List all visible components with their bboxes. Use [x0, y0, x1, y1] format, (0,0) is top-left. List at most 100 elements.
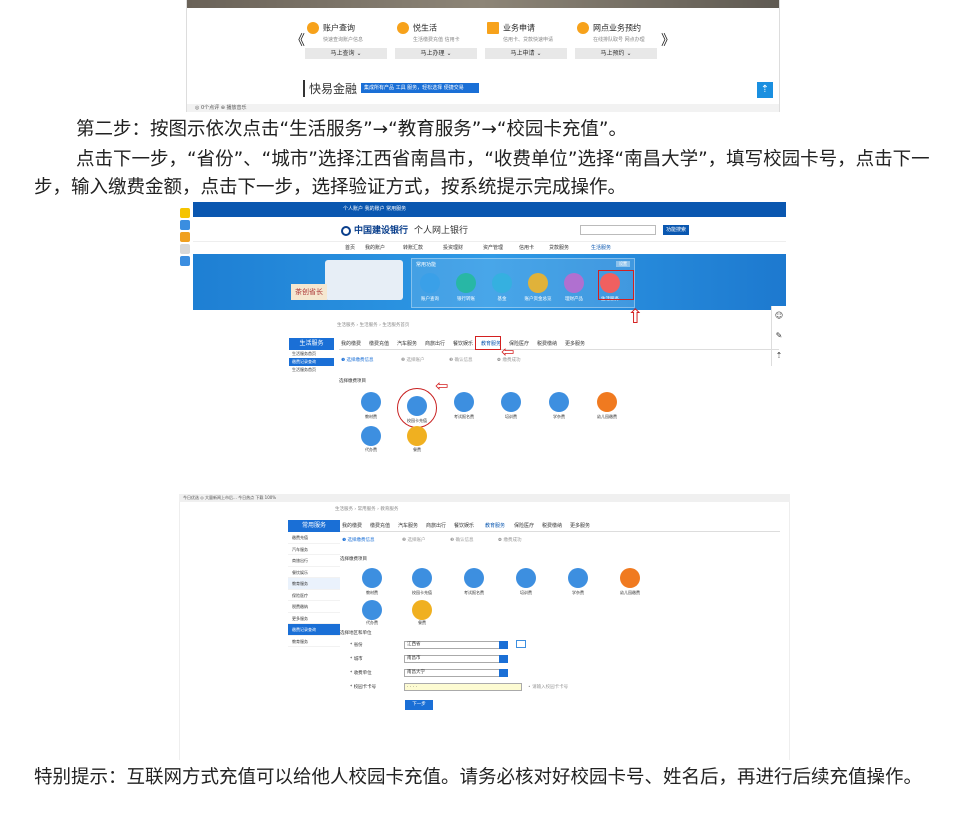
- sidebar-item[interactable]: 保险医疗: [288, 590, 340, 601]
- exam-fee-icon[interactable]: [454, 392, 474, 412]
- seal-image: 茶创省长: [291, 284, 327, 300]
- common-services-sidebar: 常用服务 缴费充值 汽车服务 商旅出行 餐饮娱乐 教育服务 保险医疗 税费缴纳 …: [288, 520, 340, 647]
- city-select[interactable]: 南昌市: [404, 655, 508, 663]
- menu-my-account[interactable]: 我的账户: [365, 242, 385, 254]
- carousel-prev-icon[interactable]: 《: [291, 30, 305, 50]
- sidebar-item-records[interactable]: 缴费记录查询: [288, 624, 340, 636]
- province-select[interactable]: 江西省: [404, 641, 508, 649]
- tab-my-payments[interactable]: 我的缴费: [341, 338, 361, 350]
- textbook-fee-icon[interactable]: [361, 392, 381, 412]
- card-number-label: * 校园卡卡号: [350, 685, 377, 690]
- settings-button[interactable]: 设置: [616, 261, 630, 267]
- tab-car-services[interactable]: 汽车服务: [398, 520, 418, 532]
- fund-icon[interactable]: [492, 273, 512, 293]
- tab-more[interactable]: 更多服务: [570, 520, 590, 532]
- tab-travel[interactable]: 商旅出行: [425, 338, 445, 350]
- agency-fee-icon[interactable]: [361, 426, 381, 446]
- sidebar-item-home-2[interactable]: 生活服务首页: [289, 366, 334, 374]
- sidebar-item-records[interactable]: 缴费记录查询: [289, 358, 334, 366]
- tab-dining[interactable]: 餐饮娱乐: [453, 338, 473, 350]
- tuition-icon[interactable]: [549, 392, 569, 412]
- province-label: * 省份: [350, 643, 363, 648]
- person-icon: [577, 22, 589, 34]
- special-notice-paragraph: 特别提示：互联网方式充值可以给他人校园卡充值。请务必核对好校园卡号、姓名后，再进…: [34, 767, 923, 788]
- section-title: 选择缴费项目: [340, 557, 367, 562]
- menu-home[interactable]: 首页: [345, 242, 355, 254]
- section-title: 选择缴费项目: [339, 379, 366, 384]
- carousel-next-icon[interactable]: 》: [661, 30, 675, 50]
- tab-travel[interactable]: 商旅出行: [426, 520, 446, 532]
- tab-dining[interactable]: 餐饮娱乐: [454, 520, 474, 532]
- cup-icon: [397, 22, 409, 34]
- progress-steps: ❶ 选择缴费信息 ❷ 选择账户 ❸ 确认信息 ❹ 缴费成功: [342, 538, 522, 543]
- sidebar-item[interactable]: 商旅出行: [288, 555, 340, 567]
- tab-insurance[interactable]: 保险医疗: [514, 520, 534, 532]
- sidebar-item[interactable]: 餐饮娱乐: [288, 567, 340, 578]
- wealth-product-icon[interactable]: [564, 273, 584, 293]
- transfer-icon[interactable]: [456, 273, 476, 293]
- menu-assets[interactable]: 资产管理: [483, 242, 503, 254]
- user-icon[interactable]: ☺: [772, 306, 786, 326]
- sidebar-item[interactable]: 税费缴纳: [288, 601, 340, 613]
- account-query-icon[interactable]: [420, 273, 440, 293]
- meal-fee-icon[interactable]: [407, 426, 427, 446]
- sidebar-item[interactable]: 教育服务: [288, 636, 340, 647]
- apply-now-button[interactable]: 马上申请 ⌄: [485, 48, 567, 59]
- menu-credit-card[interactable]: 信用卡: [519, 242, 534, 254]
- sidebar-item[interactable]: 更多服务: [288, 613, 340, 624]
- ccb-logo: 中国建设银行 个人网上银行: [341, 223, 468, 236]
- up-arrow-icon: ⇧: [627, 304, 644, 328]
- mail-icon[interactable]: [516, 640, 526, 648]
- sidebar-item[interactable]: 汽车服务: [288, 544, 340, 555]
- main-menu: 首页 我的账户 转账汇款 投资理财 资产管理 信用卡 贷款服务 生活服务: [193, 242, 786, 255]
- tab-payment-topup[interactable]: 缴费充值: [370, 520, 390, 532]
- city-label: * 城市: [350, 657, 363, 662]
- account-icon: [307, 22, 319, 34]
- back-to-top-icon[interactable]: ⇡: [757, 82, 773, 98]
- payee-select[interactable]: 南昌大学: [404, 669, 508, 677]
- training-fee-icon[interactable]: [516, 568, 536, 588]
- query-now-button[interactable]: 马上查询 ⌄: [305, 48, 387, 59]
- top-nav: 个人账户 我的账户 常用服务: [193, 202, 786, 217]
- service-tabs: 我的缴费 缴费充值 汽车服务 商旅出行 餐饮娱乐 教育服务 保险医疗 税费缴纳 …: [340, 520, 780, 532]
- region-section-title: 选择地区和单位: [340, 631, 372, 636]
- screenshot-ccb-homepage: 《 账户查询 快速查询账户信息 悦生活 生活缴费充值 信用卡 业务申请 信用卡、贷款快…: [186, 0, 780, 112]
- sidebar-item-home[interactable]: 生活服务首页: [289, 350, 334, 358]
- browser-status-bar: 今日优选 ◎ 大量新闻上市后... 今日热点 下载 100%: [179, 494, 790, 502]
- tab-my-payments[interactable]: 我的缴费: [342, 520, 362, 532]
- instructions-paragraph: 点击下一步，“省份”、“城市”选择江西省南昌市，“收费单位”选择“南昌大学”，填…: [34, 149, 930, 198]
- next-button[interactable]: 下一步: [405, 700, 433, 710]
- browser-status-bar: ◎ 0个点评 ⊕ 播放音乐: [187, 104, 779, 112]
- kuai-tag[interactable]: 集成所有产品 工具 服务，轻松选择 便捷交易: [361, 83, 479, 93]
- sidebar-item-education[interactable]: 教育服务: [288, 578, 340, 590]
- sidebar-item[interactable]: 缴费充值: [288, 532, 340, 544]
- tab-tax[interactable]: 税费缴纳: [542, 520, 562, 532]
- tab-more[interactable]: 更多服务: [565, 338, 585, 350]
- card-number-input[interactable]: . . . .: [404, 683, 522, 691]
- logo-bar: 中国建设银行 个人网上银行 功能搜索: [193, 217, 786, 242]
- menu-invest[interactable]: 投资理财: [443, 242, 463, 254]
- campus-card-icon[interactable]: [412, 568, 432, 588]
- tab-tax[interactable]: 税费缴纳: [537, 338, 557, 350]
- tab-car-services[interactable]: 汽车服务: [397, 338, 417, 350]
- menu-loans[interactable]: 贷款服务: [549, 242, 569, 254]
- book-now-button[interactable]: 马上预约 ⌄: [575, 48, 657, 59]
- exam-fee-icon[interactable]: [464, 568, 484, 588]
- meal-fee-icon[interactable]: [412, 600, 432, 620]
- asset-overview-icon[interactable]: [528, 273, 548, 293]
- kindergarten-icon[interactable]: [620, 568, 640, 588]
- tab-education[interactable]: 教育服务: [485, 520, 505, 532]
- life-services-sidebar: 生活服务 生活服务首页 缴费记录查询 生活服务首页: [289, 338, 334, 388]
- search-button[interactable]: 功能搜索: [663, 225, 689, 235]
- agency-fee-icon[interactable]: [362, 600, 382, 620]
- tab-payment-topup[interactable]: 缴费充值: [369, 338, 389, 350]
- menu-transfer[interactable]: 转账汇款: [403, 242, 423, 254]
- textbook-fee-icon[interactable]: [362, 568, 382, 588]
- kindergarten-icon[interactable]: [597, 392, 617, 412]
- search-input[interactable]: [580, 225, 656, 235]
- training-fee-icon[interactable]: [501, 392, 521, 412]
- handle-now-button[interactable]: 马上办理 ⌄: [395, 48, 477, 59]
- service-tabs: 我的缴费 缴费充值 汽车服务 商旅出行 餐饮娱乐 教育服务 保险医疗 税费缴纳 …: [339, 338, 779, 350]
- tuition-icon[interactable]: [568, 568, 588, 588]
- step-two-paragraph: 第二步：按图示依次点击“生活服务”→“教育服务”→“校园卡充值”。: [76, 119, 628, 140]
